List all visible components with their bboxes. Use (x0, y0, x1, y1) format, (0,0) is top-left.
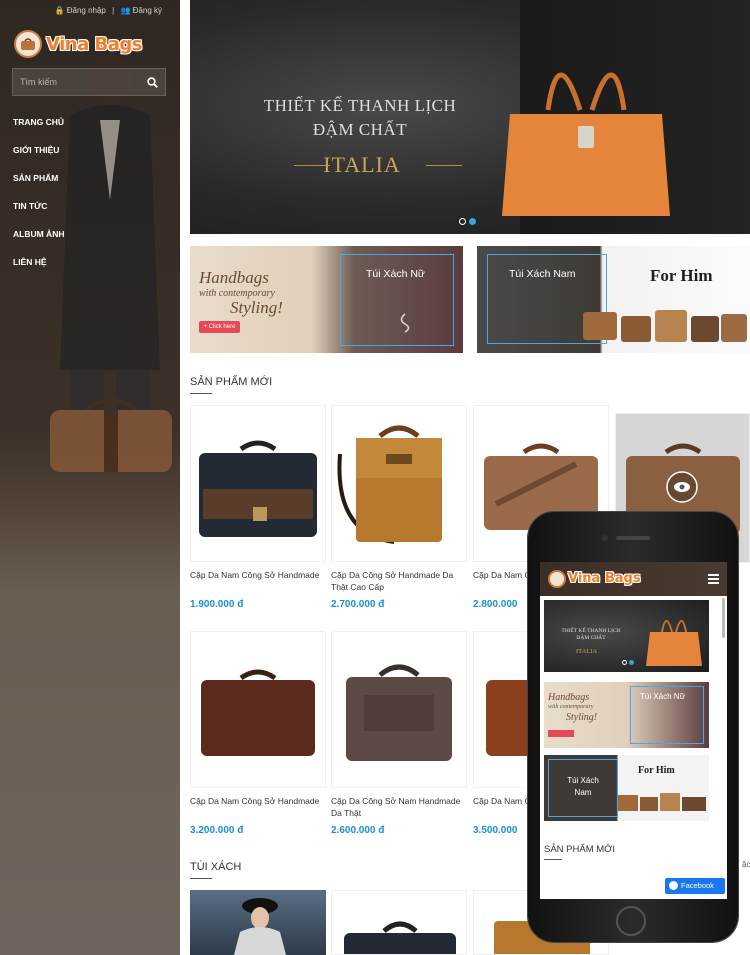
banner-script-3: Styling! (230, 298, 283, 317)
product-price: 2.600.000 đ (331, 825, 385, 836)
mens-bags-label: Túi Xách Nam (509, 268, 576, 280)
facebook-chat-button[interactable]: Facebook (665, 878, 725, 894)
mobile-hero-brand: ITALIA (576, 648, 598, 655)
hero-brand: ITALIA (323, 152, 401, 177)
mobile-logo-icon (548, 570, 566, 588)
mobile-logo-text[interactable]: Vina Bags (568, 571, 641, 586)
product-price: 2.700.000 đ (331, 599, 385, 610)
banner-womens-bags[interactable]: Handbags with contemporary Styling! + Cl… (190, 246, 463, 353)
cut-off-text: ặc (742, 860, 750, 869)
mobile-hero-text: THIẾT KẾ THANH LỊCH ĐẬM CHẤT (561, 628, 621, 641)
hamburger-menu-icon[interactable] (708, 574, 719, 586)
product-card[interactable]: Cặp Da Nam Công Sở Handmade 3.200.000 đ (190, 631, 326, 836)
product-price: 3.200.000 đ (190, 825, 244, 836)
mobile-mens-bags-image (618, 793, 706, 811)
product-image-model[interactable] (190, 890, 326, 955)
nav-item-home[interactable]: TRANG CHỦ (13, 112, 64, 140)
phone-home-button[interactable] (616, 906, 646, 936)
mobile-slider-dots (622, 660, 634, 665)
bags-heading: TÚI XÁCH (190, 861, 241, 879)
hero-headline: THIẾT KẾ THANH LỊCH ĐẬM CHẤT (240, 94, 480, 142)
product-image[interactable] (331, 631, 467, 788)
account-links: 🔒 Đăng nhập | 👥 Đăng ký (0, 6, 180, 15)
mobile-banner-womens[interactable]: Handbags with contemporary Styling! Túi … (544, 682, 709, 748)
hero-line-2: ĐẬM CHẤT (312, 120, 408, 139)
search-input[interactable] (13, 77, 139, 87)
topbar-separator: | (112, 6, 115, 15)
mobile-scrollbar[interactable] (722, 598, 725, 638)
product-image[interactable] (331, 890, 467, 955)
logo[interactable]: Vina Bags (14, 30, 142, 58)
search-icon[interactable] (139, 69, 165, 95)
mobile-banner-mens[interactable]: Túi Xách Nam For Him (544, 755, 709, 821)
slider-dots (459, 218, 476, 225)
phone-speaker (616, 536, 650, 540)
product-image[interactable] (190, 631, 326, 788)
logo-text: Vina Bags (46, 33, 142, 55)
banner-script-1: Handbags (199, 268, 269, 287)
nav-item-album[interactable]: ALBUM ẢNH (13, 224, 64, 252)
nav-item-about[interactable]: GIỚI THIỆU (13, 140, 64, 168)
phone-camera (602, 535, 608, 541)
register-link[interactable]: Đăng ký (133, 6, 162, 15)
sidebar-bag-photo (50, 398, 172, 472)
product-name[interactable]: Cặp Da Công Sở Nam Handmade Da Thật (331, 795, 467, 819)
womens-bags-label: Túi Xách Nữ (366, 268, 425, 280)
logo-bag-icon (14, 30, 42, 58)
product-card[interactable]: Cặp Da Công Sở Handmade Da Thật Cao Cấp … (331, 405, 467, 610)
product-card[interactable]: Cặp Da Nam Công Sở Handmade 1.900.000 đ (190, 405, 326, 610)
login-link[interactable]: Đăng nhập (67, 6, 106, 15)
product-name[interactable]: Cặp Da Nam Công Sở Handmade (190, 569, 326, 593)
hero-bag-image (502, 72, 670, 216)
mobile-header: Vina Bags (540, 562, 727, 596)
slider-dot-1[interactable] (459, 218, 466, 225)
hook-icon (400, 313, 410, 333)
phone-screen: Vina Bags THIẾT KẾ THANH LỊCH ĐẬM CHẤT IT… (540, 562, 727, 899)
slider-dot-2[interactable] (469, 218, 476, 225)
lock-icon: 🔒 (54, 6, 65, 15)
mobile-click-here[interactable] (548, 730, 574, 737)
mobile-section-title: SẢN PHẨM MỚI (544, 844, 615, 860)
nav-item-contact[interactable]: LIÊN HỆ (13, 252, 64, 280)
click-here-button[interactable]: + Click here (199, 321, 240, 333)
phone-mockup: Vina Bags THIẾT KẾ THANH LỊCH ĐẬM CHẤT IT… (528, 512, 738, 942)
search-box (12, 68, 166, 96)
new-products-heading: SẢN PHẨM MỚI (190, 376, 272, 394)
mobile-hero-bag (646, 620, 702, 666)
for-him-text: For Him (650, 266, 713, 285)
product-name[interactable]: Cặp Da Công Sở Handmade Da Thật Cao Cấp (331, 569, 467, 593)
product-image[interactable] (190, 405, 326, 562)
banner-mens-bags[interactable]: Túi Xách Nam For Him (477, 246, 750, 353)
user-add-icon: 👥 (120, 6, 131, 15)
mobile-womens-label: Túi Xách Nữ (640, 692, 685, 701)
hero-slider[interactable]: THIẾT KẾ THANH LỊCH ĐẬM CHẤT ITALIA (190, 0, 750, 234)
mobile-banner-script: Handbags (548, 692, 590, 703)
quick-view-icon[interactable] (666, 471, 698, 503)
main-nav: TRANG CHỦ GIỚI THIỆU SẢN PHẨM TIN TỨC AL… (13, 112, 64, 280)
mens-bags-image (583, 310, 747, 342)
page: 🔒 Đăng nhập | 👥 Đăng ký Vina Bags TRANG … (0, 0, 750, 955)
mobile-mens-label: Túi Xách Nam (567, 776, 599, 797)
mobile-hero-slider[interactable]: THIẾT KẾ THANH LỊCH ĐẬM CHẤT ITALIA (544, 600, 709, 672)
product-name[interactable]: Cặp Da Nam Công Sở Handmade (190, 795, 326, 819)
product-image[interactable] (331, 405, 467, 562)
nav-item-products[interactable]: SẢN PHẨM (13, 168, 64, 196)
sidebar: 🔒 Đăng nhập | 👥 Đăng ký Vina Bags TRANG … (0, 0, 180, 955)
mobile-for-him: For Him (638, 765, 675, 776)
product-card[interactable]: Cặp Da Công Sở Nam Handmade Da Thật 2.60… (331, 631, 467, 836)
hero-line-1: THIẾT KẾ THANH LỊCH (263, 96, 457, 115)
hero-divider-right (426, 165, 462, 166)
nav-item-news[interactable]: TIN TỨC (13, 196, 64, 224)
product-price: 1.900.000 đ (190, 599, 244, 610)
